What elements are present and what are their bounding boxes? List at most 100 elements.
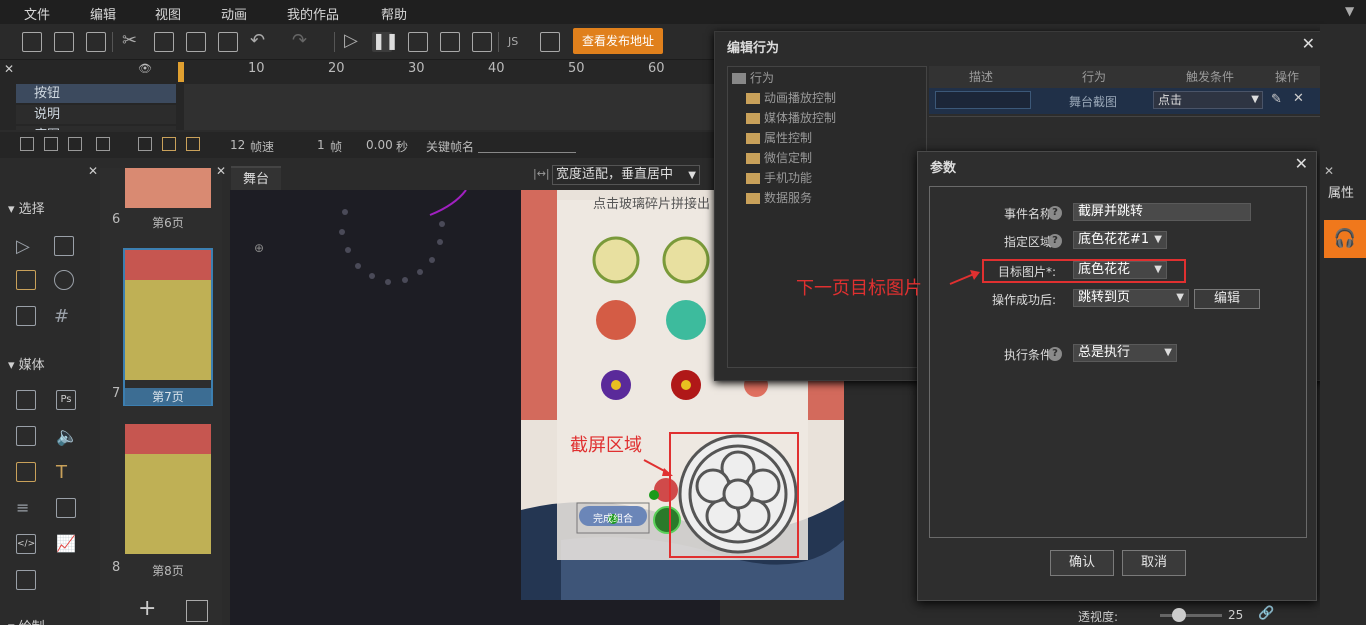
- photoshop-icon[interactable]: Ps: [56, 390, 76, 410]
- section-draw-header[interactable]: ▾ 绘制: [8, 616, 45, 625]
- edit-button[interactable]: 编辑: [1194, 289, 1260, 309]
- image-icon[interactable]: [16, 426, 36, 446]
- paste-icon[interactable]: [186, 32, 206, 52]
- transform-icon[interactable]: [16, 270, 36, 290]
- widgets-icon[interactable]: [16, 390, 36, 410]
- close-icon[interactable]: ✕: [1324, 164, 1334, 178]
- layer-row-note[interactable]: 说明: [16, 105, 176, 124]
- open-folder-icon[interactable]: [54, 32, 74, 52]
- complete-button[interactable]: 完成组合: [593, 510, 633, 525]
- tree-item-data[interactable]: 数据服务: [746, 189, 812, 206]
- text-icon[interactable]: T: [56, 462, 76, 483]
- close-icon[interactable]: ✕: [216, 164, 226, 178]
- redo-icon[interactable]: ↷: [292, 32, 312, 52]
- pause-icon[interactable]: ❚❚: [372, 32, 399, 52]
- javascript-icon[interactable]: JS: [508, 32, 528, 52]
- delete-layer-icon[interactable]: [68, 137, 82, 151]
- delete-icon[interactable]: ✕: [1293, 91, 1304, 106]
- section-media-header[interactable]: ▾ 媒体: [8, 354, 45, 373]
- subselect-icon[interactable]: [54, 236, 74, 256]
- help-icon[interactable]: ?: [1048, 347, 1062, 361]
- menu-my-works[interactable]: 我的作品: [287, 4, 339, 23]
- save-icon[interactable]: [86, 32, 106, 52]
- tree-root[interactable]: 行为: [732, 69, 774, 86]
- edit-pencil-icon[interactable]: ✎: [1271, 92, 1282, 107]
- copy-icon[interactable]: [154, 32, 174, 52]
- zoom-icon[interactable]: [54, 270, 74, 290]
- timeline-track-area[interactable]: [184, 84, 714, 130]
- condition-select[interactable]: 总是执行 ▼: [1073, 344, 1177, 362]
- cancel-button[interactable]: 取消: [1122, 550, 1186, 576]
- qr-code-icon[interactable]: [472, 32, 492, 52]
- slideshow-icon[interactable]: [16, 570, 36, 590]
- help-icon[interactable]: ?: [1048, 234, 1062, 248]
- close-icon[interactable]: ✕: [4, 62, 14, 76]
- event-name-input[interactable]: 截屏并跳转: [1073, 203, 1251, 221]
- menu-help[interactable]: 帮助: [381, 4, 407, 23]
- chevron-down-icon[interactable]: ▼: [1345, 4, 1354, 18]
- new-layer-icon[interactable]: [20, 137, 34, 151]
- close-icon[interactable]: ✕: [1295, 154, 1308, 173]
- close-icon[interactable]: ✕: [1302, 34, 1315, 53]
- audio-icon[interactable]: 🔈: [56, 426, 78, 447]
- help-icon[interactable]: ?: [1048, 206, 1062, 220]
- page-thumbnail-6[interactable]: [125, 168, 211, 208]
- cut-icon[interactable]: ✂: [122, 32, 142, 52]
- tab-properties[interactable]: 属性: [1322, 184, 1360, 204]
- eye-icon[interactable]: 👁: [138, 62, 152, 75]
- insert-page-icon[interactable]: [186, 600, 208, 622]
- tree-item-property[interactable]: 属性控制: [746, 129, 812, 146]
- grid-icon[interactable]: #: [54, 306, 74, 327]
- playhead[interactable]: [178, 62, 184, 82]
- keyframe-icon[interactable]: [162, 137, 176, 151]
- description-input[interactable]: [935, 91, 1031, 109]
- page-thumbnail-7[interactable]: [123, 248, 213, 406]
- chart-icon[interactable]: 📈: [56, 534, 76, 554]
- new-file-icon[interactable]: [22, 32, 42, 52]
- menu-edit[interactable]: 编辑: [90, 4, 116, 23]
- trigger-select[interactable]: 点击 ▼: [1153, 91, 1263, 109]
- view-publish-address-button[interactable]: 查看发布地址: [573, 28, 663, 54]
- target-image-select[interactable]: 底色花花 ▼: [1073, 261, 1167, 279]
- presentation-icon[interactable]: [56, 498, 76, 518]
- add-page-icon[interactable]: +: [138, 596, 156, 621]
- copy-layer-icon[interactable]: [96, 137, 110, 151]
- target-area-select[interactable]: 底色花花#1 ▼: [1073, 231, 1167, 249]
- page-thumbnail-8[interactable]: [125, 424, 211, 556]
- table-row[interactable]: 舞台截图 点击 ▼ ✎ ✕: [929, 88, 1321, 114]
- tree-item-animation[interactable]: 动画播放控制: [746, 89, 836, 106]
- stop-icon[interactable]: [408, 32, 428, 52]
- menu-file[interactable]: 文件: [24, 4, 50, 23]
- tree-item-wechat[interactable]: 微信定制: [746, 149, 812, 166]
- layer-row-button[interactable]: 按钮: [16, 84, 176, 103]
- opacity-slider-track[interactable]: [1160, 614, 1222, 617]
- new-folder-icon[interactable]: [44, 137, 58, 151]
- layer-row-background[interactable]: 底图: [16, 126, 176, 130]
- play-icon[interactable]: ▷: [344, 32, 364, 52]
- insert-frame-icon[interactable]: [138, 137, 152, 151]
- menu-view[interactable]: 视图: [155, 4, 181, 23]
- link-icon[interactable]: 🔗: [1258, 606, 1274, 621]
- tree-item-phone[interactable]: 手机功能: [746, 169, 812, 186]
- code-icon[interactable]: </>: [16, 534, 36, 554]
- menu-animation[interactable]: 动画: [221, 4, 247, 23]
- section-select-header[interactable]: ▾ 选择: [8, 198, 45, 217]
- delete-icon[interactable]: [218, 32, 238, 52]
- fit-mode-select[interactable]: 宽度适配，垂直居中 ▼: [552, 165, 700, 185]
- paragraph-icon[interactable]: ≡: [16, 498, 36, 518]
- clear-keyframe-icon[interactable]: [186, 137, 200, 151]
- close-icon[interactable]: ✕: [88, 164, 98, 178]
- undo-icon[interactable]: ↶: [250, 32, 270, 52]
- video-icon[interactable]: [16, 462, 36, 482]
- preview-icon[interactable]: [440, 32, 460, 52]
- publish-icon[interactable]: [540, 32, 560, 52]
- star-shape-icon[interactable]: [16, 306, 36, 326]
- on-success-select[interactable]: 跳转到页 ▼: [1073, 289, 1189, 307]
- support-headset-icon[interactable]: 🎧: [1324, 220, 1366, 258]
- tab-stage[interactable]: 舞台: [231, 166, 281, 190]
- pointer-icon[interactable]: ▷: [16, 236, 36, 257]
- tree-item-media[interactable]: 媒体播放控制: [746, 109, 836, 126]
- keyframe-name-input[interactable]: [478, 152, 576, 153]
- opacity-slider-handle[interactable]: [1172, 608, 1186, 622]
- confirm-button[interactable]: 确认: [1050, 550, 1114, 576]
